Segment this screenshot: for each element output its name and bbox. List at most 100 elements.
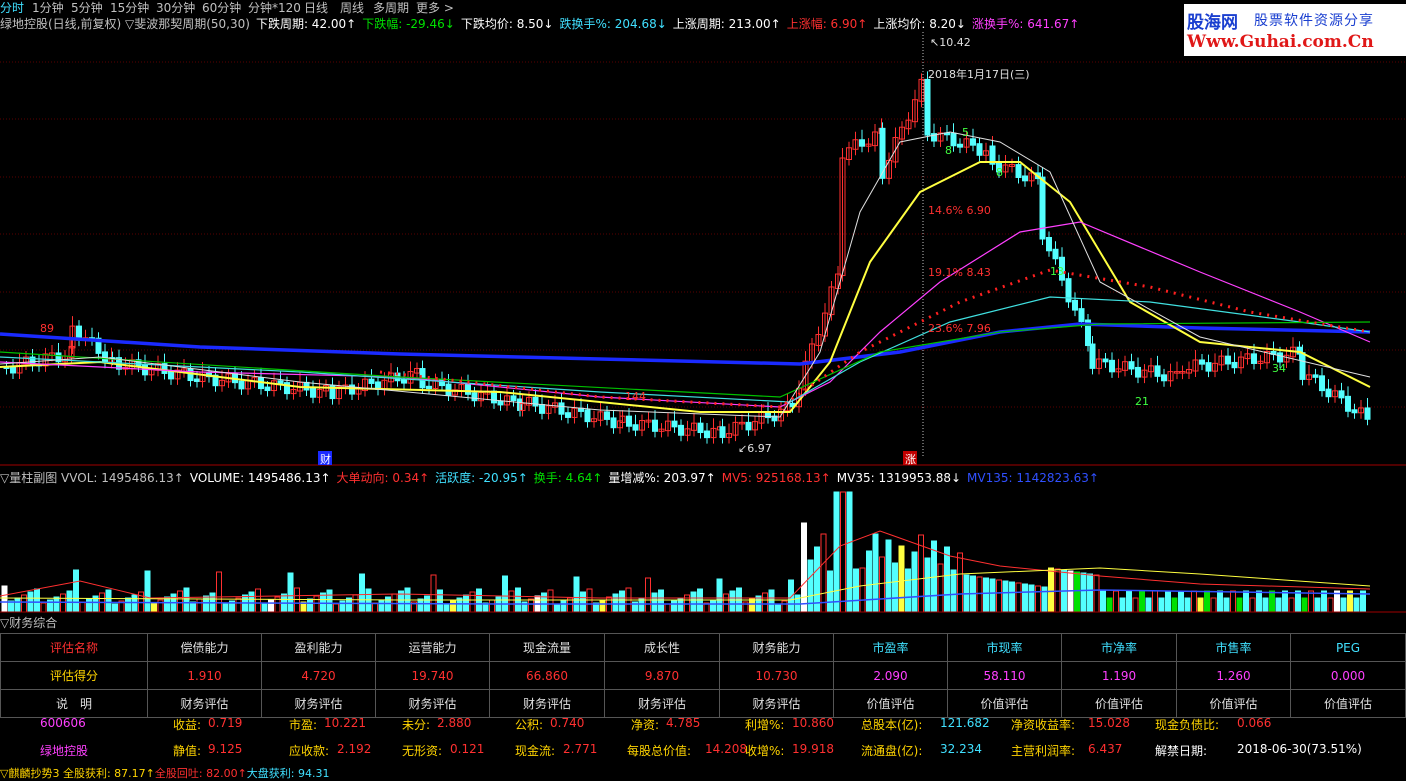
candle-body (1022, 175, 1028, 182)
candle-body (976, 143, 983, 156)
candle-body (539, 404, 545, 414)
volume-bar (1080, 572, 1087, 613)
volume-bar (320, 592, 326, 613)
volume-bar (417, 598, 424, 613)
volume-bar (658, 589, 664, 613)
volume-bar (898, 545, 905, 613)
fin-score-1: 1.910 (147, 661, 262, 690)
cycle-number: 34 (1272, 362, 1286, 375)
fin-score-2: 4.720 (261, 661, 376, 690)
candle-body (632, 424, 639, 431)
candle-body (1199, 359, 1205, 365)
volume-bar (1210, 597, 1217, 613)
volume-bar (781, 600, 788, 613)
info-item: 收益: (173, 718, 202, 732)
volume-bar (671, 600, 677, 613)
volume-bar (437, 589, 443, 613)
volume-bar (1236, 597, 1243, 613)
timeframe-tab-7[interactable]: 日线 (304, 0, 328, 16)
fin-desc-0: 说 明 (0, 689, 148, 718)
timeframe-tab-4[interactable]: 30分钟 (156, 0, 195, 16)
volume-value-3: 活跃度: -20.95↑ (435, 471, 528, 485)
fin-header-10: 市售率 (1176, 633, 1291, 662)
bottom-value-1: 全股回吐: 82.00↑ (154, 767, 247, 780)
timeframe-tab-10[interactable]: 更多 > (416, 0, 454, 16)
low-price-label: ↙6.97 (738, 442, 772, 455)
fin-desc-1: 财务评估 (147, 689, 262, 718)
volume-value-5: 量增减%: 203.97↑ (608, 471, 716, 485)
candle-body (168, 371, 174, 380)
indicator-value-3: 下跌均价: 8.50↓ (460, 17, 554, 31)
candle-body (1325, 388, 1332, 398)
info-item: 无形资: (402, 744, 443, 758)
fin-desc-8: 价值评估 (947, 689, 1062, 718)
indicator-title-bar: 绿地控股(日线,前复权) ▽斐波那契周期(50,30) 下跌周期: 42.00↑ 下… (0, 15, 1085, 31)
finance-score-row: 评估得分 1.910 4.720 19.740 66.860 9.870 10.730 2.0… (0, 661, 1406, 690)
indicator-value-4: 跌换手%: 204.68↓ (559, 17, 667, 31)
volume-bar (1275, 597, 1282, 613)
volume-bar (560, 600, 567, 613)
volume-value-8: MV135: 1142823.63↑ (967, 471, 1099, 485)
candle-body (1351, 409, 1358, 414)
volume-bar (820, 533, 827, 613)
volume-bar (125, 597, 131, 613)
volume-bar (664, 603, 671, 613)
info-item: 2.880 (437, 716, 472, 730)
candle-body (445, 383, 452, 396)
timeframe-tab-3[interactable]: 15分钟 (110, 0, 149, 16)
volume-bar (1288, 597, 1295, 613)
fin-score-0: 评估得分 (0, 661, 148, 690)
fin-header-1: 偿债能力 (147, 633, 262, 662)
volume-bar (157, 599, 164, 613)
fin-header-5: 成长性 (604, 633, 720, 662)
volume-bar (66, 590, 73, 613)
info-item: 解禁日期: (1155, 744, 1208, 758)
bottom-value-0: ▽麒麟抄势3 全股获利: 87.17↑ (0, 767, 155, 780)
volume-bar (1132, 597, 1139, 613)
bottom-value-2: 大盘获利: 94.31 (246, 767, 330, 780)
info-item: 10.221 (324, 716, 366, 730)
volume-bar (1184, 597, 1191, 613)
cycle-number: 89 (40, 322, 54, 335)
fin-desc-6: 财务评估 (719, 689, 834, 718)
timeframe-tab-9[interactable]: 多周期 (373, 0, 409, 16)
volume-bar (1230, 590, 1236, 613)
volume-chart[interactable] (0, 486, 1406, 613)
volume-bar (697, 588, 703, 613)
timeframe-tab-8[interactable]: 周线 (340, 0, 364, 16)
info-item: 静值: (173, 744, 202, 758)
indicator-value-1: 下跌周期: 42.00↑ (255, 17, 357, 31)
timeframe-tab-6[interactable]: 分钟*120 (248, 0, 301, 16)
volume-bar (1035, 585, 1041, 613)
candle-body (1161, 374, 1167, 382)
volume-bar (365, 588, 372, 613)
timeframe-tab-0[interactable]: 分时 (0, 0, 24, 16)
info-item: 2018-06-30(73.51%) (1237, 742, 1362, 756)
volume-bar (846, 491, 853, 613)
volume-bar (1269, 590, 1275, 613)
volume-bar (1074, 571, 1080, 613)
candle-body (970, 138, 976, 146)
fin-header-7: 市盈率 (833, 633, 948, 662)
indicator-value-6: 上涨幅: 6.90↑ (786, 17, 868, 31)
timeframe-tab-2[interactable]: 5分钟 (71, 0, 103, 16)
indicator-value-5: 上涨周期: 213.00↑ (672, 17, 781, 31)
volume-bar (1009, 581, 1015, 613)
volume-bar (1106, 597, 1113, 613)
volume-bar (996, 579, 1002, 613)
volume-bar (1197, 597, 1204, 613)
volume-bar (866, 550, 872, 613)
info-item: 净资收益率: (1011, 718, 1076, 732)
info-item: 应收款: (289, 744, 330, 758)
price-chart[interactable]: ↖10.42 ↙6.97 2018年1月17日(三) 14.6% 6.90 19.1% … (0, 32, 1406, 466)
volume-bar (944, 546, 950, 613)
candle-body (859, 139, 865, 147)
timeframe-tab-1[interactable]: 1分钟 (32, 0, 64, 16)
volume-bar (196, 598, 203, 613)
fin-header-11: PEG (1290, 633, 1406, 662)
timeframe-tab-5[interactable]: 60分钟 (202, 0, 241, 16)
ma-dotted-red (379, 268, 1371, 409)
volume-bar (989, 578, 996, 613)
fin-desc-4: 财务评估 (489, 689, 605, 718)
volume-bar (651, 592, 658, 613)
